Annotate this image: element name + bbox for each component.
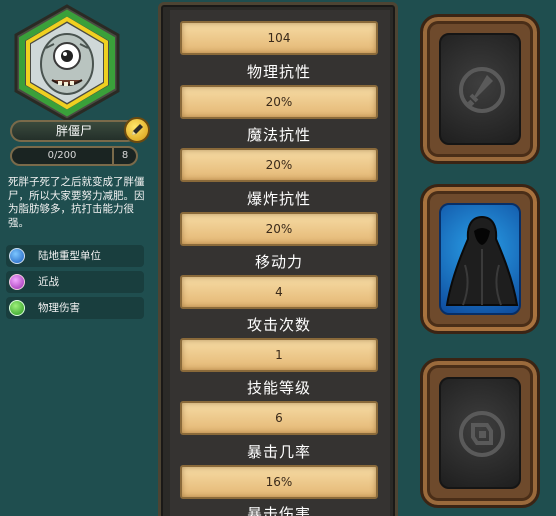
stat-label: 爆炸抗性 bbox=[246, 190, 311, 208]
stat-value-bar: 104 bbox=[180, 21, 378, 55]
experience-text: 0/200 bbox=[47, 150, 77, 161]
zombie-portrait-icon bbox=[14, 4, 120, 122]
unit-type-tag: 陆地重型单位 bbox=[6, 245, 144, 267]
accessory-slot-icon bbox=[459, 411, 505, 457]
accessory-equipment-slot[interactable] bbox=[420, 358, 540, 508]
hero-name: 胖僵尸 bbox=[55, 124, 92, 138]
stat-value-bar: 20% bbox=[180, 85, 378, 119]
stat-value-bar: 1 bbox=[180, 338, 378, 372]
attack-range-label: 近战 bbox=[38, 276, 59, 288]
unit-type-label: 陆地重型单位 bbox=[38, 250, 101, 262]
stat-label: 技能等级 bbox=[246, 379, 311, 397]
black-cloak-icon bbox=[445, 215, 519, 306]
armor-slot-inner bbox=[439, 203, 521, 315]
stat-value-bar: 20% bbox=[180, 212, 378, 246]
weapon-slot-inner bbox=[439, 33, 521, 145]
experience-bar: 0/200 8 bbox=[10, 146, 138, 166]
damage-type-label: 物理伤害 bbox=[38, 302, 80, 314]
stat-value-bar: 16% bbox=[180, 465, 378, 499]
stat-label: 魔法抗性 bbox=[246, 126, 311, 144]
hero-info-panel: 胖僵尸 0/200 8 死胖子死了之后就变成了胖僵尸，所以大家要努力减肥。因为脂… bbox=[0, 0, 152, 516]
stat-value-bar: 4 bbox=[180, 275, 378, 309]
target-icon bbox=[9, 274, 25, 290]
hero-description: 死胖子死了之后就变成了胖僵尸，所以大家要努力减肥。因为脂肪够多，抗打击能力很强。 bbox=[8, 176, 145, 229]
stat-label: 暴击几率 bbox=[246, 443, 311, 461]
hero-name-bar: 胖僵尸 bbox=[10, 120, 138, 142]
stat-label: 暴击伤害 bbox=[246, 505, 311, 516]
stat-label: 物理抗性 bbox=[246, 63, 311, 81]
accessory-slot-inner bbox=[439, 377, 521, 489]
stat-label: 移动力 bbox=[254, 253, 303, 271]
pencil-icon bbox=[132, 124, 143, 135]
attack-range-tag: 近战 bbox=[6, 271, 144, 293]
hero-level: 8 bbox=[112, 146, 136, 166]
weapon-equipment-slot[interactable] bbox=[420, 14, 540, 164]
damage-type-tag: 物理伤害 bbox=[6, 297, 144, 319]
hero-portrait[interactable] bbox=[8, 4, 126, 122]
weapon-slot-icon bbox=[459, 67, 505, 113]
stat-value-bar: 20% bbox=[180, 148, 378, 182]
person-icon bbox=[9, 248, 25, 264]
rename-button[interactable] bbox=[124, 117, 150, 143]
stat-label: 攻击次数 bbox=[246, 316, 311, 334]
armor-equipment-slot[interactable] bbox=[420, 184, 540, 334]
sword-icon bbox=[9, 300, 25, 316]
stat-value-bar: 6 bbox=[180, 401, 378, 435]
